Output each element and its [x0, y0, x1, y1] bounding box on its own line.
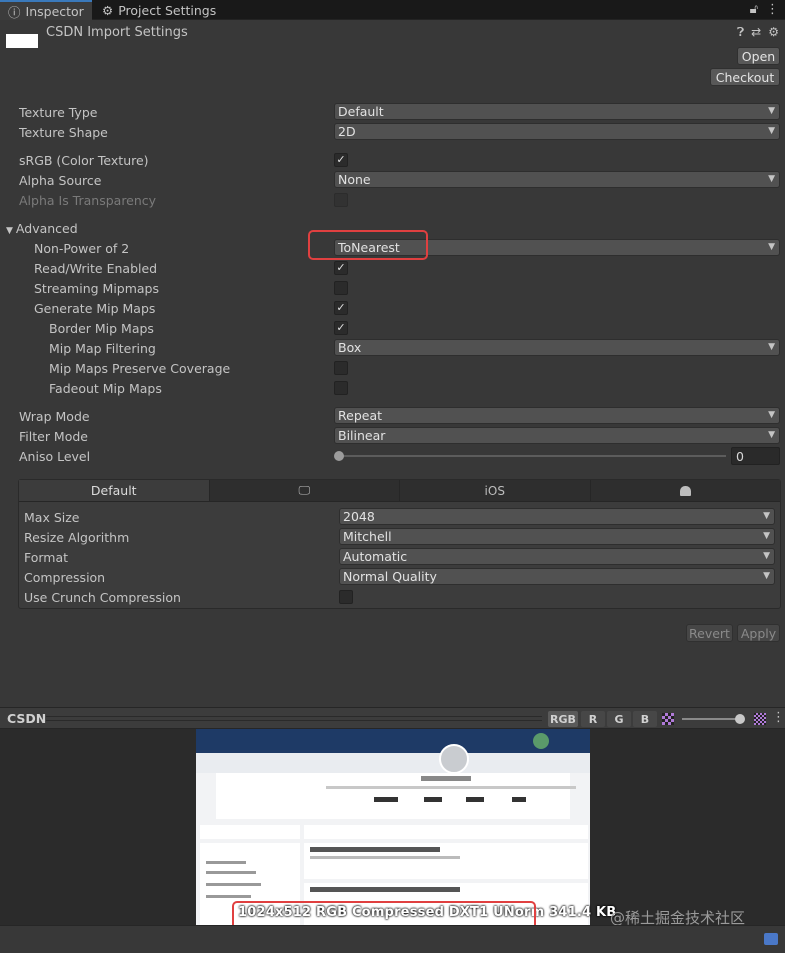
chevron-down-icon: ▼ — [768, 106, 775, 116]
wrap-mode-label: Wrap Mode — [19, 409, 90, 424]
resize-dropdown[interactable]: Mitchell ▼ — [339, 528, 775, 545]
mip-coverage-label: Mip Maps Preserve Coverage — [49, 361, 231, 376]
chevron-down-icon: ▼ — [768, 242, 775, 252]
asset-title: CSDN Import Settings — [46, 25, 188, 40]
help-icon[interactable]: ❓︎ — [737, 25, 744, 40]
tab-project-settings[interactable]: ⚙ Project Settings — [94, 0, 224, 20]
compression-dropdown[interactable]: Normal Quality ▼ — [339, 568, 775, 585]
monitor-icon: 🖵 — [298, 483, 311, 497]
apply-button[interactable]: Apply — [737, 624, 780, 642]
read-write-checkbox[interactable]: ✓ — [334, 261, 348, 275]
alpha-source-dropdown[interactable]: None ▼ — [334, 171, 780, 188]
presets-icon[interactable]: ⇄ — [751, 25, 761, 40]
checkout-button[interactable]: Checkout — [710, 68, 780, 86]
alpha-channel-icon[interactable] — [662, 713, 674, 725]
border-mip-label: Border Mip Maps — [49, 321, 154, 336]
tab-project-settings-label: Project Settings — [118, 2, 217, 18]
preview-toolbar: CSDN RGB R G B ⋮ — [0, 707, 785, 729]
generate-mip-label: Generate Mip Maps — [34, 301, 156, 316]
kebab-menu-icon[interactable]: ⋮ — [766, 2, 779, 17]
kebab-menu-icon[interactable]: ⋮ — [772, 710, 785, 725]
info-icon: ⓘ — [8, 4, 21, 20]
mip-slider-handle[interactable] — [735, 714, 745, 724]
platform-tab-ios[interactable]: iOS — [400, 480, 591, 501]
max-size-label: Max Size — [24, 510, 80, 525]
platform-tab-default[interactable]: Default — [19, 480, 210, 501]
texture-type-label: Texture Type — [19, 105, 98, 120]
mip-filter-label: Mip Map Filtering — [49, 341, 156, 356]
channel-r-button[interactable]: R — [581, 711, 605, 727]
fadeout-label: Fadeout Mip Maps — [49, 381, 162, 396]
gear-icon: ⚙ — [102, 2, 114, 18]
window-tab-bar: ⓘ Inspector ⚙ Project Settings 🔓︎ ⋮ — [0, 0, 785, 20]
format-dropdown[interactable]: Automatic ▼ — [339, 548, 775, 565]
npot-label: Non-Power of 2 — [34, 241, 130, 256]
filter-mode-label: Filter Mode — [19, 429, 88, 444]
foldout-arrow-icon: ▼ — [6, 226, 13, 236]
filter-mode-dropdown[interactable]: Bilinear ▼ — [334, 427, 780, 444]
channel-b-button[interactable]: B — [633, 711, 657, 727]
streaming-checkbox[interactable] — [334, 281, 348, 295]
settings-icon[interactable]: ⚙ — [768, 25, 779, 40]
chevron-down-icon: ▼ — [768, 126, 775, 136]
channel-rgb-button[interactable]: RGB — [548, 711, 578, 727]
chevron-down-icon: ▼ — [763, 511, 770, 521]
platform-tab-standalone[interactable]: 🖵 — [210, 480, 400, 501]
alpha-transparency-checkbox — [334, 193, 348, 207]
texture-type-dropdown[interactable]: Default ▼ — [334, 103, 780, 120]
crunch-label: Use Crunch Compression — [24, 590, 181, 605]
lock-icon[interactable]: 🔓︎ — [750, 2, 758, 17]
chevron-down-icon: ▼ — [768, 342, 775, 352]
read-write-label: Read/Write Enabled — [34, 261, 158, 276]
chevron-down-icon: ▼ — [763, 551, 770, 561]
resize-label: Resize Algorithm — [24, 530, 130, 545]
chevron-down-icon: ▼ — [768, 430, 775, 440]
chevron-down-icon: ▼ — [768, 174, 775, 184]
highlight-box-npot — [308, 230, 428, 260]
android-icon — [679, 485, 691, 496]
texture-shape-label: Texture Shape — [19, 125, 108, 140]
mip-slider-track[interactable] — [682, 718, 740, 720]
open-button[interactable]: Open — [737, 47, 780, 65]
mip-level-icon[interactable] — [754, 713, 766, 725]
generate-mip-checkbox[interactable]: ✓ — [334, 301, 348, 315]
aniso-slider-track[interactable] — [340, 455, 726, 457]
border-mip-checkbox[interactable]: ✓ — [334, 321, 348, 335]
texture-shape-dropdown[interactable]: 2D ▼ — [334, 123, 780, 140]
preview-image-graphic — [196, 729, 590, 925]
chevron-down-icon: ▼ — [763, 531, 770, 541]
preview-title: CSDN — [7, 711, 47, 726]
advanced-foldout[interactable]: ▼ Advanced — [6, 221, 78, 236]
texture-preview-image — [196, 729, 590, 925]
platform-tab-android[interactable] — [591, 480, 781, 501]
channel-g-button[interactable]: G — [607, 711, 631, 727]
mip-filter-dropdown[interactable]: Box ▼ — [334, 339, 780, 356]
max-size-dropdown[interactable]: 2048 ▼ — [339, 508, 775, 525]
tab-inspector[interactable]: ⓘ Inspector — [0, 0, 92, 20]
aniso-value-field[interactable]: 0 — [731, 447, 780, 465]
aniso-label: Aniso Level — [19, 449, 91, 464]
status-bar — [0, 925, 785, 953]
fadeout-checkbox[interactable] — [334, 381, 348, 395]
asset-thumbnail — [6, 34, 38, 48]
srgb-checkbox[interactable]: ✓ — [334, 153, 348, 167]
format-label: Format — [24, 550, 69, 565]
asset-label-icon[interactable] — [764, 933, 778, 945]
compression-label: Compression — [24, 570, 106, 585]
aniso-slider-handle[interactable] — [334, 451, 344, 461]
mip-coverage-checkbox[interactable] — [334, 361, 348, 375]
streaming-label: Streaming Mipmaps — [34, 281, 160, 296]
preview-drag-handle[interactable] — [46, 716, 542, 721]
tab-inspector-label: Inspector — [25, 3, 84, 19]
alpha-transparency-label: Alpha Is Transparency — [19, 193, 157, 208]
wrap-mode-dropdown[interactable]: Repeat ▼ — [334, 407, 780, 424]
alpha-source-label: Alpha Source — [19, 173, 102, 188]
chevron-down-icon: ▼ — [768, 410, 775, 420]
srgb-label: sRGB (Color Texture) — [19, 153, 149, 168]
revert-button[interactable]: Revert — [686, 624, 733, 642]
chevron-down-icon: ▼ — [763, 571, 770, 581]
crunch-checkbox[interactable] — [339, 590, 353, 604]
